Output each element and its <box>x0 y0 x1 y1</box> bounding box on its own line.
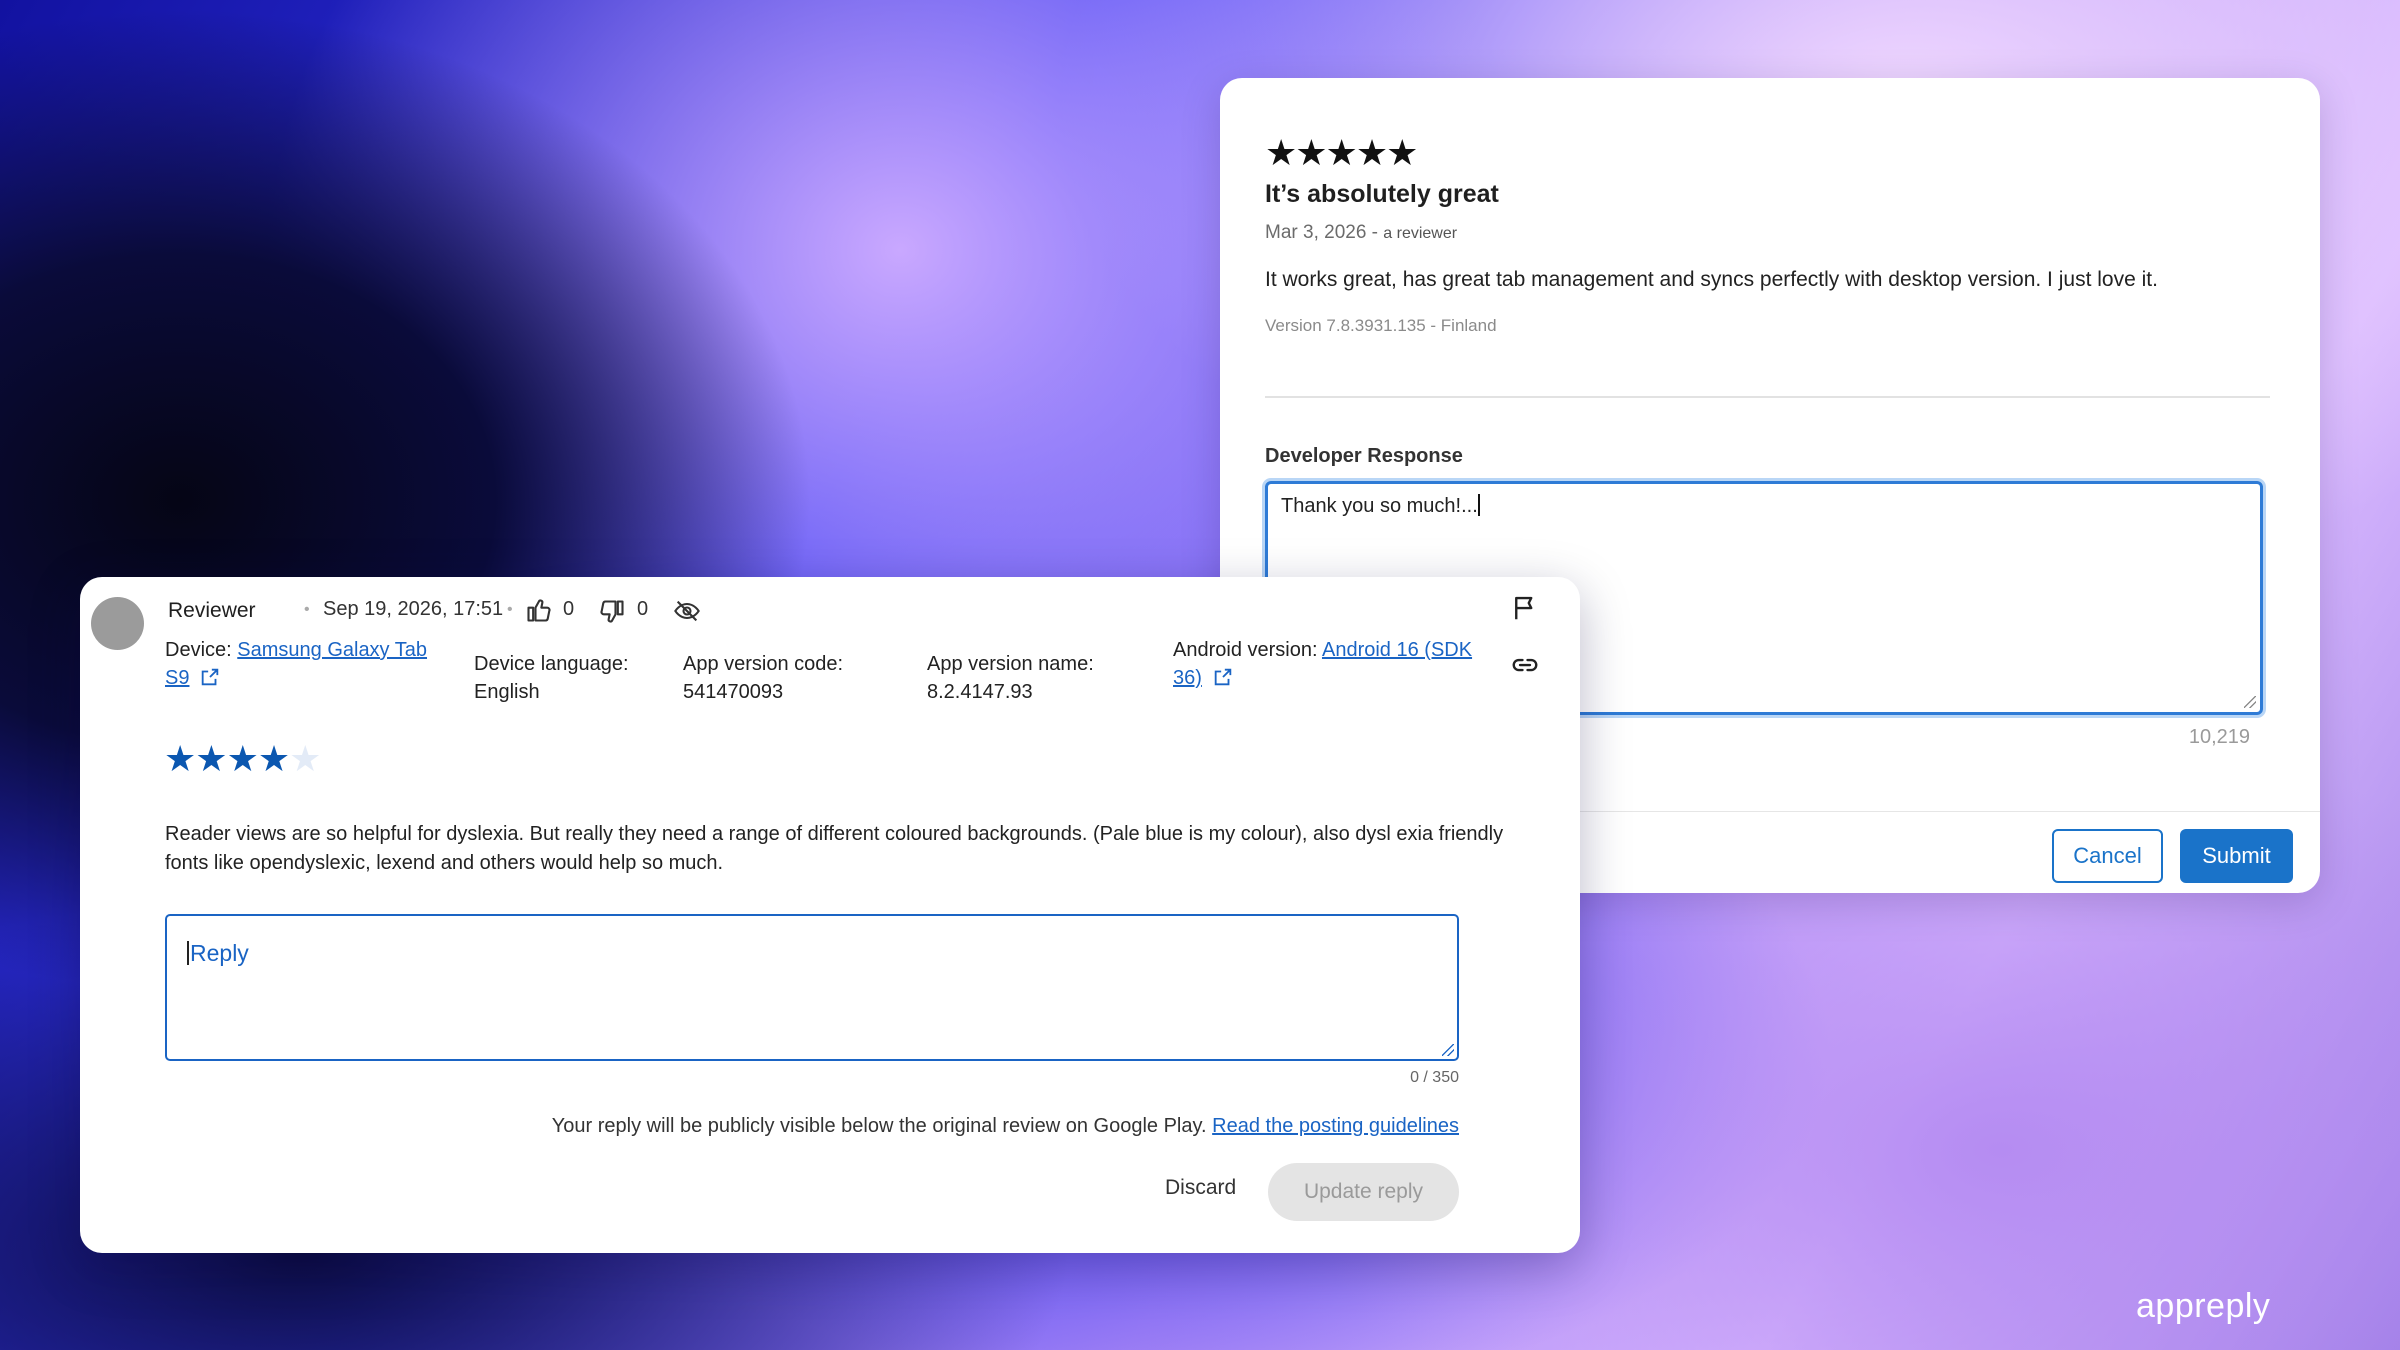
discard-button[interactable]: Discard <box>1165 1176 1236 1200</box>
reply-counter: 0 / 350 <box>1410 1069 1459 1086</box>
thumbs-up-icon[interactable] <box>525 596 553 624</box>
posting-guidelines-link[interactable]: Read the posting guidelines <box>1212 1115 1459 1137</box>
thumbs-down-icon[interactable] <box>598 598 626 626</box>
android-version-link-continued[interactable]: 36) <box>1173 667 1202 689</box>
avatar <box>91 597 144 650</box>
app-version-name: App version name: 8.2.4147.93 <box>927 650 1094 706</box>
review-text: Reader views are so helpful for dyslexia… <box>165 823 1504 874</box>
text-caret <box>1477 494 1480 516</box>
reply-notice-text: Your reply will be publicly visible belo… <box>551 1115 1207 1137</box>
device-link[interactable]: Samsung Galaxy Tab <box>237 639 427 661</box>
resize-handle-icon[interactable] <box>2244 696 2256 708</box>
divider <box>1265 396 2270 398</box>
device-language: Device language: English <box>474 650 629 706</box>
open-external-icon[interactable] <box>1212 666 1234 688</box>
review-version: Version 7.8.3931.135 - Finland <box>1265 316 1497 335</box>
flag-icon[interactable] <box>1510 593 1540 623</box>
text-caret <box>187 941 189 965</box>
app-version-code-value: 541470093 <box>683 681 784 703</box>
developer-response-text: Thank you so much!... <box>1281 495 1478 517</box>
device-link-continued[interactable]: S9 <box>165 667 189 689</box>
cancel-button[interactable]: Cancel <box>2052 829 2163 883</box>
reviewer-name: Reviewer <box>168 599 256 622</box>
resize-handle-icon[interactable] <box>1442 1044 1454 1056</box>
star-rating: ★★★★★ <box>164 738 321 779</box>
review-body: It works great, has great tab management… <box>1265 268 2158 291</box>
android-version-label: Android version: <box>1173 639 1318 661</box>
android-version-link[interactable]: Android 16 (SDK <box>1322 639 1472 661</box>
link-icon[interactable] <box>1510 650 1540 680</box>
separator-dot: • <box>507 601 513 618</box>
brand-logo: appreply <box>2136 1287 2271 1325</box>
reply-input[interactable]: Reply <box>165 914 1459 1061</box>
review-reply-card: Reviewer • Sep 19, 2026, 17:51 • 0 0 Dev… <box>80 577 1580 1253</box>
device-label: Device: <box>165 639 232 661</box>
character-count: 10,219 <box>2188 726 2250 748</box>
device-info: Device: Samsung Galaxy Tab S9 <box>165 636 465 692</box>
star-empty-icon: ★ <box>289 738 321 779</box>
reply-placeholder: Reply <box>190 940 249 966</box>
review-date: Mar 3, 2026 - <box>1265 222 1378 243</box>
developer-response-label: Developer Response <box>1265 445 1463 467</box>
app-version-code: App version code: 541470093 <box>683 650 843 706</box>
device-language-value: English <box>474 681 540 703</box>
app-version-code-label: App version code: <box>683 653 844 675</box>
star-filled-icon: ★ <box>195 738 227 779</box>
reply-notice: Your reply will be publicly visible belo… <box>552 1115 1459 1138</box>
review-meta: Mar 3, 2026 - a reviewer <box>1265 222 1457 244</box>
hide-icon[interactable] <box>673 597 701 625</box>
review-title: It’s absolutely great <box>1265 180 1499 208</box>
star-rating: ★★★★★ <box>1265 132 1418 173</box>
star-filled-icon: ★ <box>164 738 196 779</box>
dislikes-count: 0 <box>637 598 649 620</box>
likes-count: 0 <box>563 598 575 620</box>
star-filled-icon: ★ <box>257 738 290 779</box>
android-version: Android version: Android 16 (SDK 36) <box>1173 636 1503 692</box>
reviewer-note: a reviewer <box>1383 225 1458 242</box>
separator-dot: • <box>304 601 310 618</box>
star-filled-icon: ★ <box>226 738 259 779</box>
app-version-name-label: App version name: <box>927 653 1094 675</box>
update-reply-button[interactable]: Update reply <box>1268 1163 1459 1221</box>
device-language-label: Device language: <box>474 653 629 675</box>
app-version-name-value: 8.2.4147.93 <box>927 681 1033 703</box>
open-external-icon[interactable] <box>199 666 221 688</box>
review-date: Sep 19, 2026, 17:51 <box>323 598 504 620</box>
submit-button[interactable]: Submit <box>2180 829 2293 883</box>
